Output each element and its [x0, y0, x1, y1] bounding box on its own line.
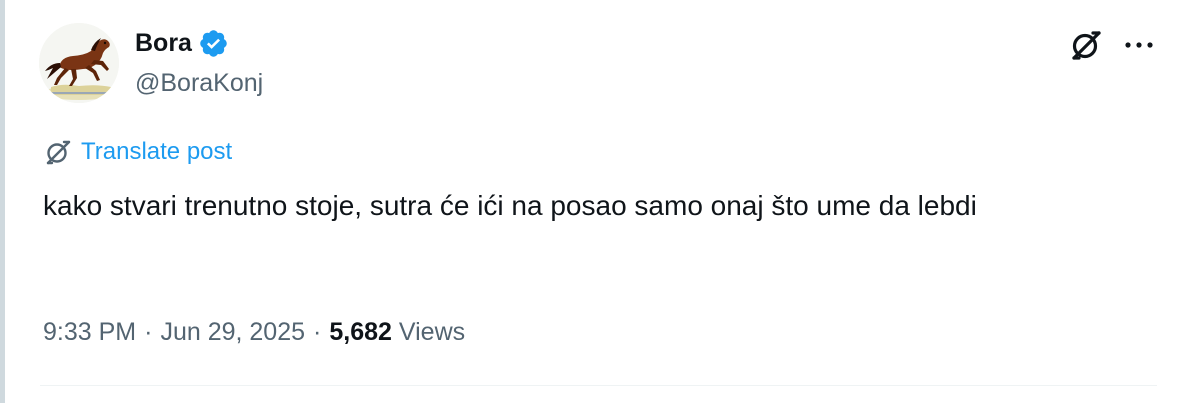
verified-badge-icon[interactable]: [198, 28, 229, 59]
post-date[interactable]: Jun 29, 2025: [160, 318, 305, 347]
grok-button[interactable]: [1066, 25, 1106, 65]
horse-avatar-image: [39, 23, 119, 103]
divider: [40, 385, 1157, 386]
author-display-name[interactable]: Bora: [135, 26, 192, 60]
views-label: Views: [398, 317, 466, 346]
post-text: kako stvari trenutno stoje, sutra će ići…: [43, 190, 977, 221]
author-name-row[interactable]: Bora: [135, 26, 229, 60]
left-border: [0, 0, 5, 403]
views-count: 5,682: [329, 317, 392, 346]
meta-separator: ·: [313, 317, 322, 346]
more-dots-icon: [1125, 42, 1153, 48]
avatar[interactable]: [39, 23, 119, 103]
post-metadata: 9:33 PM · Jun 29, 2025 · 5,682 Views: [43, 312, 465, 352]
grok-slash-icon: [1072, 31, 1101, 60]
meta-separator: ·: [144, 317, 153, 346]
post-time[interactable]: 9:33 PM: [43, 318, 136, 347]
translate-post-label[interactable]: Translate post: [81, 135, 232, 169]
translate-post-link[interactable]: Translate post: [43, 135, 232, 169]
author-handle[interactable]: @BoraKonj: [135, 67, 263, 99]
more-options-button[interactable]: [1122, 25, 1156, 65]
grok-translate-icon: [43, 137, 73, 167]
